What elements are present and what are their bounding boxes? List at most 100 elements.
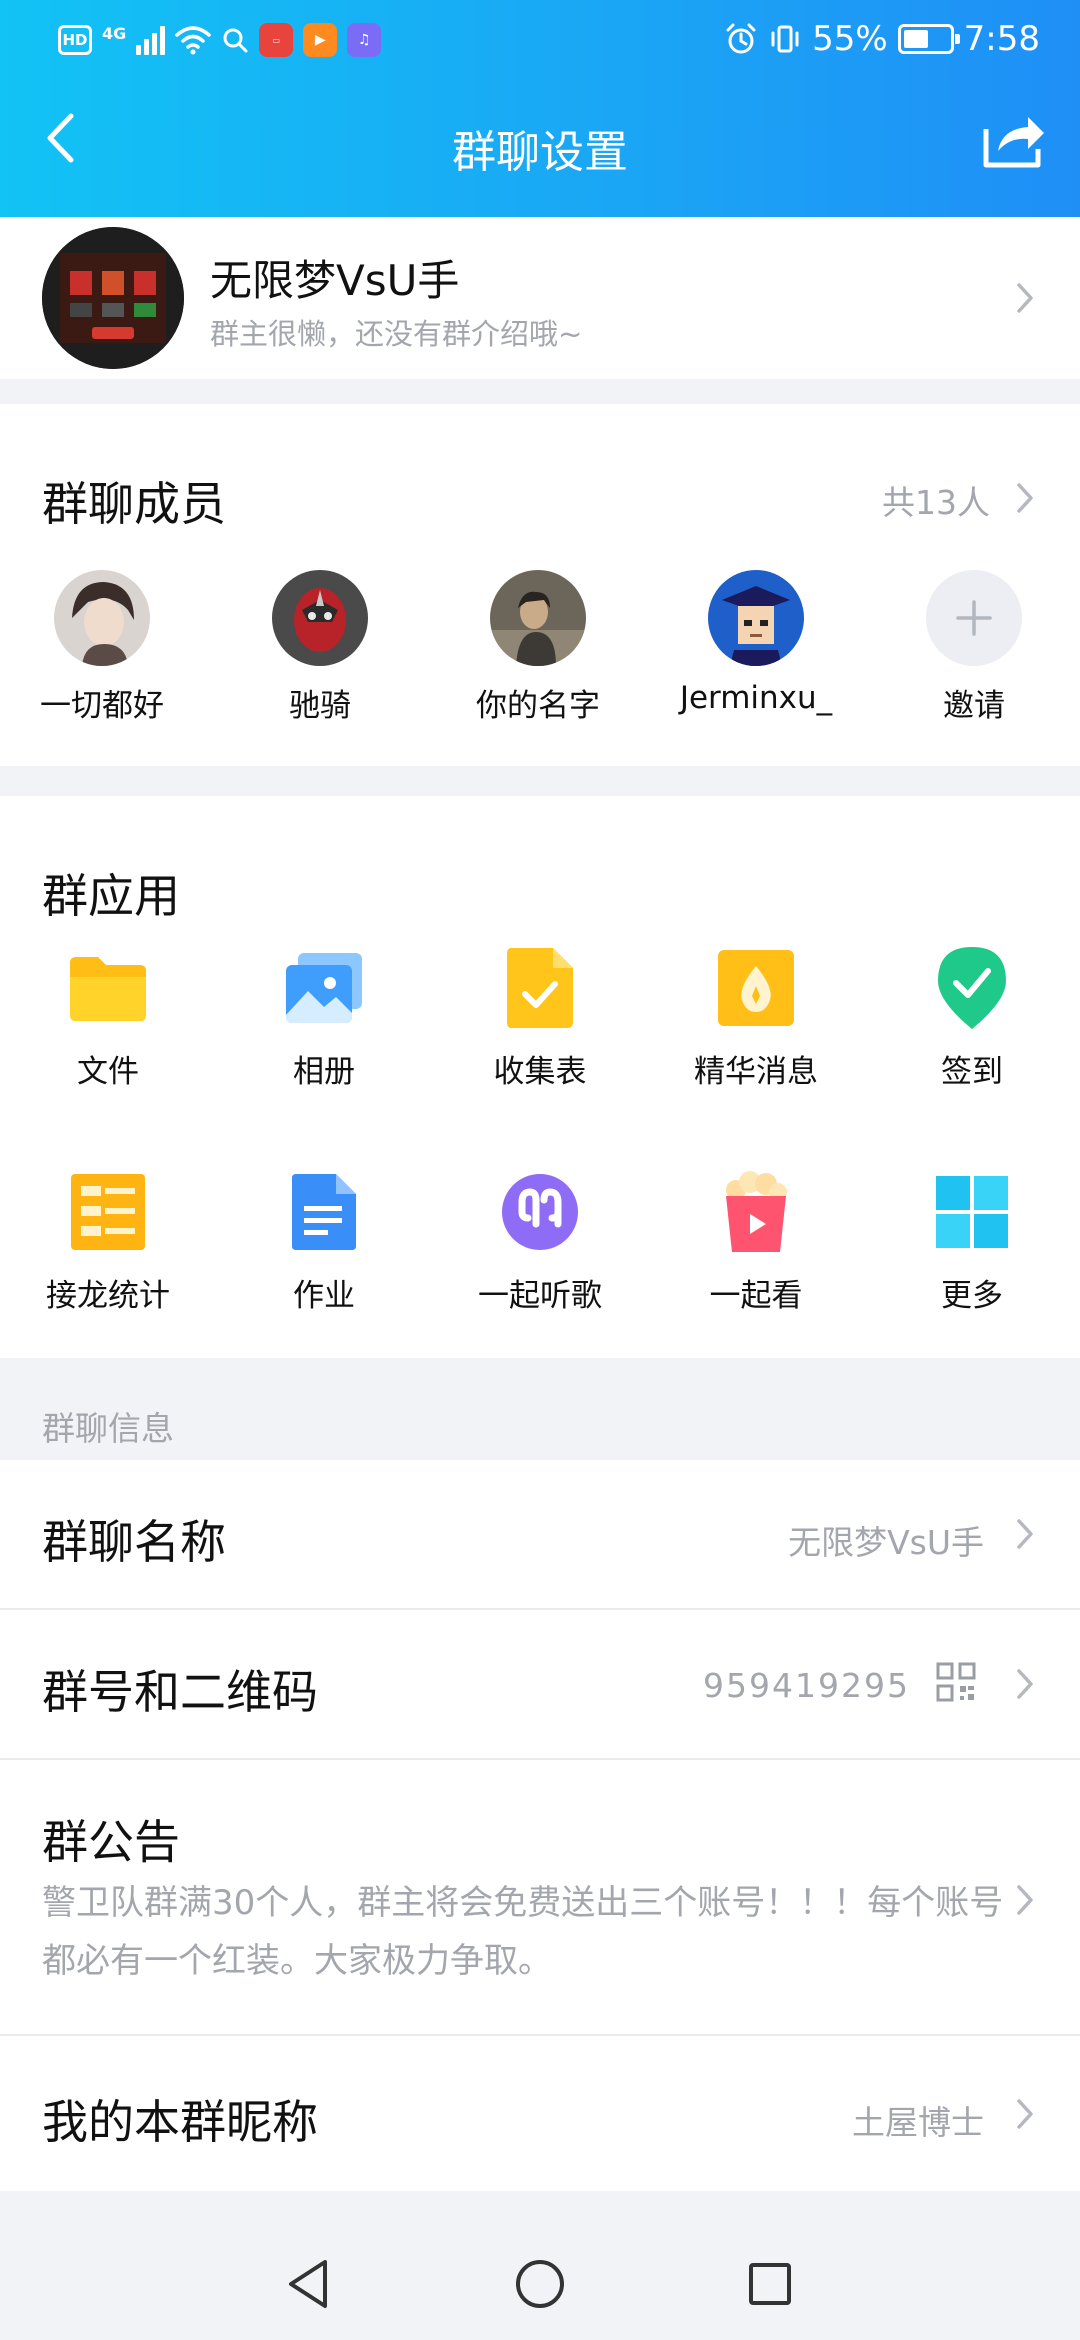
app-label: 更多 bbox=[941, 1278, 1003, 1314]
app-homework[interactable]: 作业 bbox=[224, 1170, 424, 1315]
essence-icon bbox=[714, 946, 798, 1030]
share-icon bbox=[983, 117, 1044, 168]
vibrate-icon bbox=[771, 25, 799, 53]
chevron-right-icon bbox=[1010, 278, 1040, 318]
app-files[interactable]: 文件 bbox=[8, 946, 208, 1091]
app-listen-together[interactable]: 一起听歌 bbox=[440, 1170, 640, 1315]
member-avatar bbox=[490, 570, 586, 666]
member-avatar bbox=[272, 570, 368, 666]
app-relay-stats[interactable]: 接龙统计 bbox=[8, 1170, 208, 1315]
nav-recents-button[interactable] bbox=[740, 2254, 800, 2314]
member-item[interactable]: Jerminxu_ bbox=[656, 570, 856, 716]
page-title: 群聊设置 bbox=[452, 127, 628, 178]
relay-icon bbox=[66, 1170, 150, 1254]
app-label: 一起听歌 bbox=[478, 1278, 602, 1314]
more-grid-icon bbox=[930, 1170, 1014, 1254]
plus-icon bbox=[926, 570, 1022, 666]
app-label: 作业 bbox=[293, 1278, 355, 1314]
row-label: 我的本群昵称 bbox=[42, 2095, 318, 2149]
chevron-right-icon bbox=[1010, 1514, 1040, 1554]
app-label: 相册 bbox=[293, 1054, 355, 1090]
form-icon bbox=[498, 946, 582, 1030]
folder-icon bbox=[66, 946, 150, 1030]
search-notification-icon bbox=[223, 28, 248, 53]
group-profile-card[interactable]: 无限梦VsU手 群主很懒，还没有群介绍哦~ bbox=[0, 217, 1080, 379]
app-label: 精华消息 bbox=[694, 1054, 818, 1090]
circle-home-icon bbox=[516, 2260, 564, 2308]
app-checkin[interactable]: 签到 bbox=[872, 946, 1072, 1091]
qrcode-icon[interactable] bbox=[936, 1662, 976, 1706]
status-bar-right: 55% 7:58 bbox=[724, 14, 1040, 64]
video-app-icon: ▶ bbox=[303, 23, 338, 57]
info-section-label: 群聊信息 bbox=[42, 1409, 174, 1448]
nav-bar: 群聊设置 bbox=[0, 80, 1080, 217]
app-collect-form[interactable]: 收集表 bbox=[440, 946, 640, 1091]
network-type: 4G bbox=[102, 23, 127, 43]
chevron-right-icon bbox=[1010, 2094, 1040, 2134]
signal-icon bbox=[136, 25, 166, 55]
app-label: 签到 bbox=[941, 1054, 1003, 1090]
music-app-icon: ♫ bbox=[347, 23, 382, 57]
app-essence[interactable]: 精华消息 bbox=[656, 946, 856, 1091]
app-label: 收集表 bbox=[493, 1054, 587, 1090]
app-album[interactable]: 相册 bbox=[224, 946, 424, 1091]
app-label: 文件 bbox=[77, 1054, 139, 1090]
member-name: 驰骑 bbox=[289, 688, 351, 724]
members-title: 群聊成员 bbox=[42, 477, 226, 531]
chevron-right-icon[interactable] bbox=[1010, 478, 1040, 518]
member-name: 你的名字 bbox=[476, 688, 600, 724]
hd-badge: HD bbox=[58, 25, 92, 55]
group-description: 群主很懒，还没有群介绍哦~ bbox=[210, 317, 583, 351]
album-icon bbox=[282, 946, 366, 1030]
status-bar-left: HD 4G ▭ ▶ ♫ bbox=[58, 18, 382, 62]
group-apps-section: 群应用 文件 相册 收集表 精华消息 签到 接龙统计 作业 一起听歌 一起看 更… bbox=[0, 796, 1080, 1358]
system-nav-bar bbox=[0, 2224, 1080, 2340]
my-nickname-row[interactable]: 我的本群昵称 土屋博士 bbox=[0, 2036, 1080, 2191]
huawei-app-icon: ▭ bbox=[259, 23, 294, 57]
popcorn-icon bbox=[714, 1170, 798, 1254]
headphones-icon bbox=[498, 1170, 582, 1254]
apps-title: 群应用 bbox=[42, 869, 180, 923]
member-item[interactable]: 驰骑 bbox=[220, 570, 420, 725]
nav-back-button[interactable] bbox=[278, 2254, 338, 2314]
row-value: 无限梦VsU手 bbox=[788, 1523, 984, 1562]
group-avatar bbox=[42, 227, 184, 369]
member-name: 一切都好 bbox=[40, 688, 164, 724]
invite-button[interactable]: 邀请 bbox=[874, 570, 1074, 725]
row-value: 土屋博士 bbox=[852, 2103, 984, 2142]
member-item[interactable]: 你的名字 bbox=[438, 570, 638, 725]
member-avatar bbox=[54, 570, 150, 666]
notice-text: 警卫队群满30个人，群主将会免费送出三个账号！！！每个账号都必有一个红装。大家极… bbox=[42, 1883, 1004, 1981]
wifi-icon bbox=[175, 26, 212, 55]
square-recents-icon bbox=[749, 2263, 791, 2305]
alarm-icon bbox=[726, 23, 756, 54]
row-label: 群公告 bbox=[42, 1815, 180, 1869]
share-button[interactable] bbox=[980, 108, 1050, 172]
invite-label: 邀请 bbox=[943, 688, 1005, 724]
homework-icon bbox=[282, 1170, 366, 1254]
group-id-value: 959419295 bbox=[703, 1666, 910, 1705]
member-count[interactable]: 共13人 bbox=[882, 476, 990, 524]
header: HD 4G ▭ ▶ ♫ 55% 7:58 群聊设置 bbox=[0, 0, 1080, 217]
chevron-right-icon bbox=[1010, 1880, 1040, 1920]
nav-home-button[interactable] bbox=[510, 2254, 570, 2314]
battery-percent: 55% bbox=[812, 19, 888, 59]
app-label: 一起看 bbox=[709, 1278, 803, 1314]
members-section: 群聊成员 共13人 一切都好 驰骑 你的名字 Jerminxu_ 邀请 bbox=[0, 404, 1080, 766]
status-bar: HD 4G ▭ ▶ ♫ 55% 7:58 bbox=[0, 0, 1080, 80]
app-more[interactable]: 更多 bbox=[872, 1170, 1072, 1315]
member-item[interactable]: 一切都好 bbox=[2, 570, 202, 725]
group-notice-row[interactable]: 群公告 警卫队群满30个人，群主将会免费送出三个账号！！！每个账号都必有一个红装… bbox=[0, 1760, 1080, 2036]
chevron-right-icon bbox=[1010, 1664, 1040, 1704]
app-label: 接龙统计 bbox=[46, 1278, 170, 1314]
row-label: 群聊名称 bbox=[42, 1515, 226, 1569]
clock: 7:58 bbox=[963, 19, 1040, 59]
group-name-row[interactable]: 群聊名称 无限梦VsU手 bbox=[0, 1460, 1080, 1610]
member-name: Jerminxu_ bbox=[679, 680, 833, 716]
row-label: 群号和二维码 bbox=[42, 1665, 318, 1719]
group-id-row[interactable]: 群号和二维码 959419295 bbox=[0, 1610, 1080, 1760]
triangle-back-icon bbox=[289, 2260, 327, 2308]
group-name: 无限梦VsU手 bbox=[210, 256, 460, 305]
app-watch-together[interactable]: 一起看 bbox=[656, 1170, 856, 1315]
checkin-icon bbox=[930, 946, 1014, 1030]
